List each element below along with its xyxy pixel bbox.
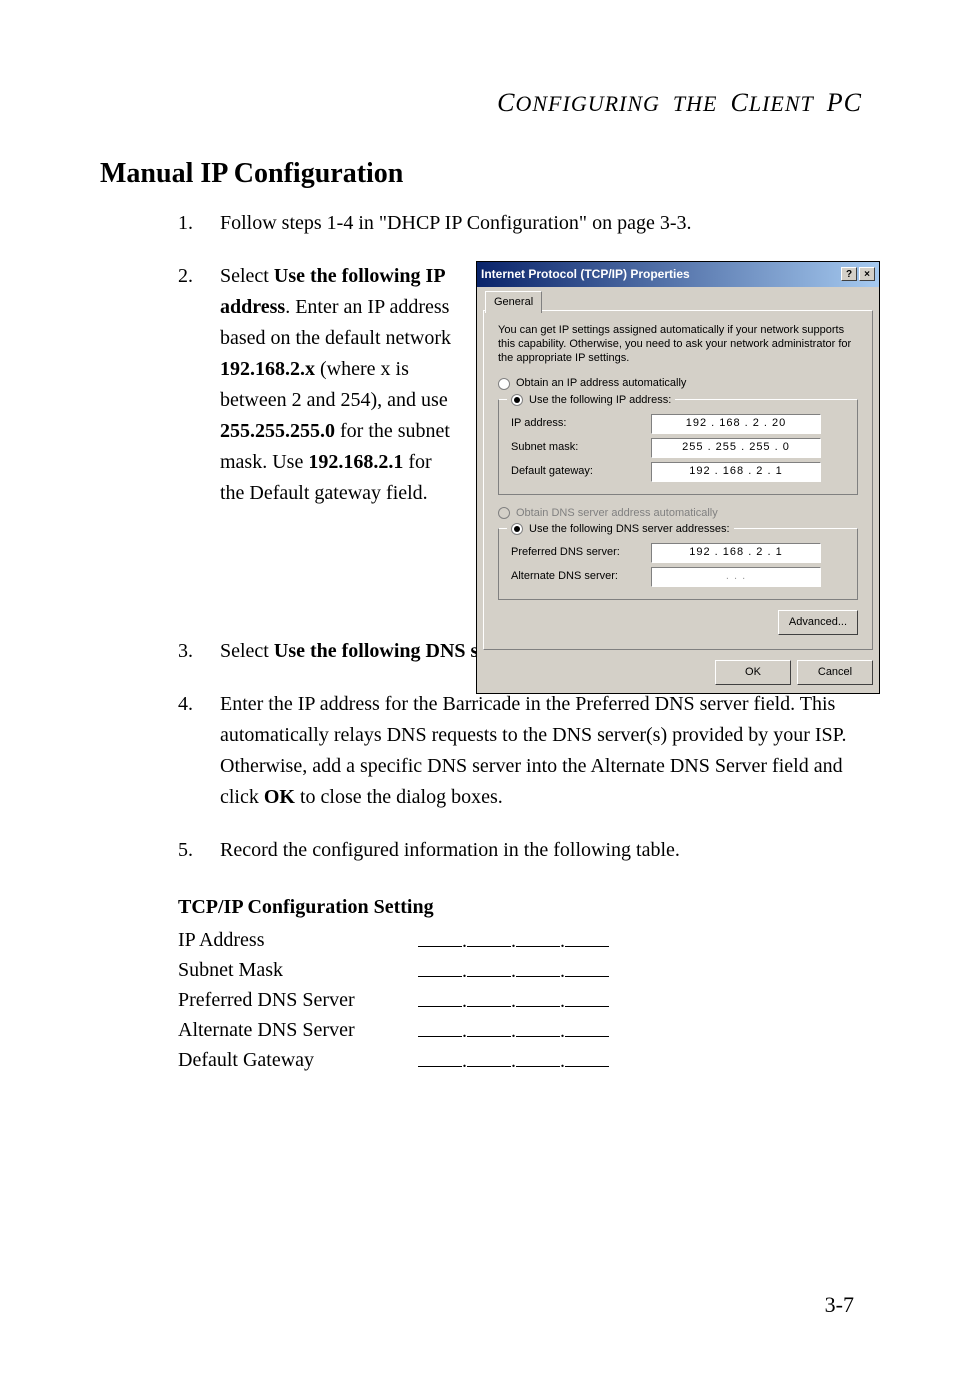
ok-button[interactable]: OK <box>715 660 791 685</box>
ip-address-label: IP address: <box>511 415 651 432</box>
step-5-text: Record the configured information in the… <box>220 835 862 866</box>
dialog-titlebar[interactable]: Internet Protocol (TCP/IP) Properties ? … <box>477 262 879 287</box>
step-number: 5. <box>178 835 220 866</box>
setting-gw-label: Default Gateway <box>178 1049 418 1073</box>
step-number: 1. <box>178 208 220 239</box>
subnet-mask-label: Subnet mask: <box>511 439 651 456</box>
radio-obtain-dns: Obtain DNS server address automatically <box>498 505 858 522</box>
help-button[interactable]: ? <box>841 267 857 281</box>
cancel-button[interactable]: Cancel <box>797 660 873 685</box>
advanced-button[interactable]: Advanced... <box>778 610 858 635</box>
close-button[interactable]: × <box>859 267 875 281</box>
page-title: Manual IP Configuration <box>100 158 862 190</box>
radio-use-ip[interactable]: Use the following IP address: <box>507 392 675 409</box>
blank-fields: ... <box>418 929 609 953</box>
page-number: 3-7 <box>825 1292 854 1318</box>
running-header: CONFIGURING THE CLIENT PC <box>100 88 862 118</box>
dialog-title: Internet Protocol (TCP/IP) Properties <box>481 265 690 284</box>
step-1-text: Follow steps 1-4 in "DHCP IP Configurati… <box>220 208 862 239</box>
preferred-dns-input[interactable]: 192 . 168 . 2 . 1 <box>651 543 821 563</box>
alternate-dns-input[interactable]: . . . <box>651 567 821 587</box>
blank-fields: ... <box>418 1049 609 1073</box>
subnet-mask-input[interactable]: 255 . 255 . 255 . 0 <box>651 438 821 458</box>
setting-adns-label: Alternate DNS Server <box>178 1019 418 1043</box>
preferred-dns-label: Preferred DNS server: <box>511 544 651 561</box>
radio-icon <box>511 523 523 535</box>
settings-heading: TCP/IP Configuration Setting <box>178 896 862 919</box>
tcpip-properties-dialog: Internet Protocol (TCP/IP) Properties ? … <box>476 261 880 694</box>
blank-fields: ... <box>418 1019 609 1043</box>
step-number: 2. <box>178 261 220 694</box>
ip-group: Use the following IP address: IP address… <box>498 399 858 495</box>
blank-fields: ... <box>418 989 609 1013</box>
blank-fields: ... <box>418 959 609 983</box>
step-4-text: Enter the IP address for the Barricade i… <box>220 689 862 813</box>
radio-icon <box>511 394 523 406</box>
dialog-description: You can get IP settings assigned automat… <box>498 323 858 366</box>
alternate-dns-label: Alternate DNS server: <box>511 568 651 585</box>
dns-group: Use the following DNS server addresses: … <box>498 528 858 600</box>
settings-table: IP Address... Subnet Mask... Preferred D… <box>178 929 862 1073</box>
step-2-text: Select Use the following IP address. Ent… <box>220 261 460 694</box>
tab-general[interactable]: General <box>485 291 542 313</box>
ip-address-input[interactable]: 192 . 168 . 2 . 20 <box>651 414 821 434</box>
radio-icon <box>498 378 510 390</box>
radio-use-dns[interactable]: Use the following DNS server addresses: <box>507 521 734 538</box>
step-number: 4. <box>178 689 220 813</box>
setting-ip-label: IP Address <box>178 929 418 953</box>
default-gateway-label: Default gateway: <box>511 463 651 480</box>
default-gateway-input[interactable]: 192 . 168 . 2 . 1 <box>651 462 821 482</box>
setting-pdns-label: Preferred DNS Server <box>178 989 418 1013</box>
radio-icon <box>498 507 510 519</box>
setting-subnet-label: Subnet Mask <box>178 959 418 983</box>
radio-obtain-ip[interactable]: Obtain an IP address automatically <box>498 375 858 392</box>
step-number: 3. <box>178 636 220 667</box>
